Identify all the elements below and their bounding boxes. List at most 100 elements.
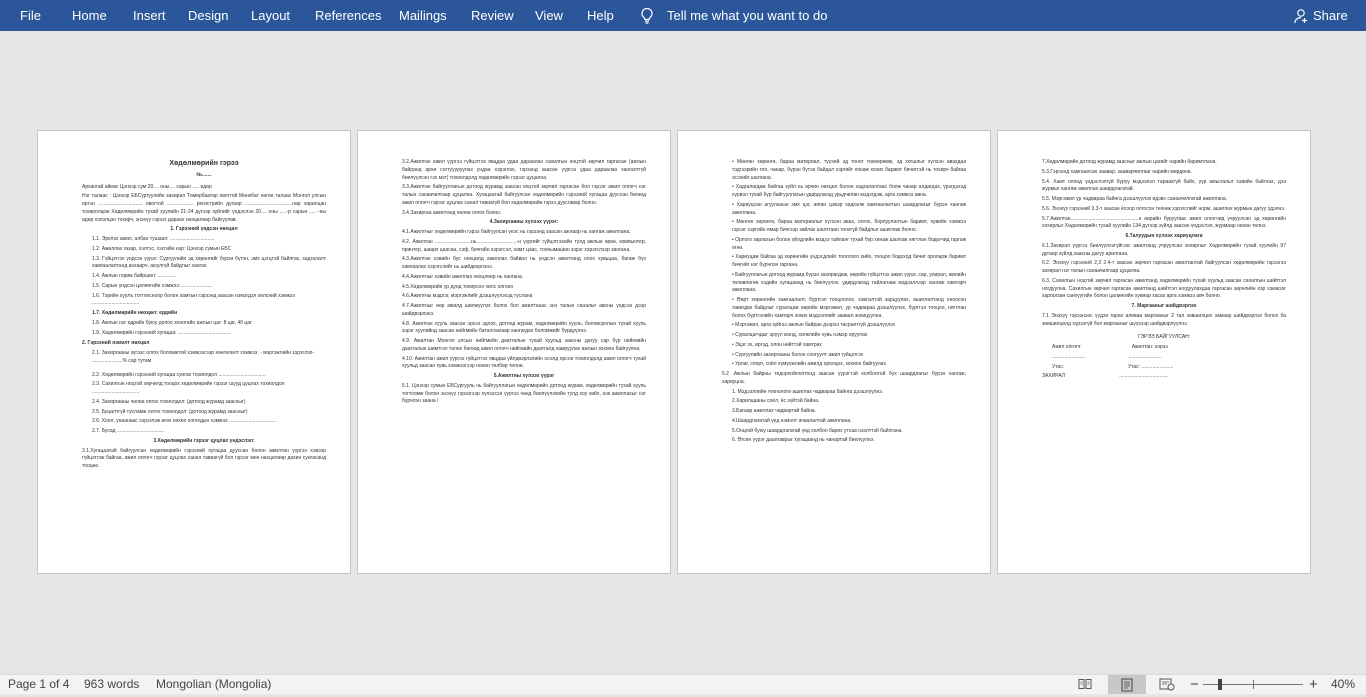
section-heading: 5.Ажилтны хүлээх үүрэг xyxy=(493,373,555,379)
tell-me-search[interactable]: Tell me what you want to do xyxy=(667,0,827,31)
paragraph: 4.6.Ажилтны мэдлэг, мэргэжлийг дээшлүүлэ… xyxy=(402,293,533,300)
paragraph: Нэг талаас : Цэнхэр ЕБСургуулийн захирал… xyxy=(82,193,326,223)
bullet-item: • Байгууллагын дотоод журамд бүрэн захир… xyxy=(732,271,966,294)
share-user-icon[interactable] xyxy=(1293,0,1309,31)
tab-home[interactable]: Home xyxy=(72,0,107,31)
bullet-item: • Өөрт хөрөнгийн хамгаалалт, бүртгэл тоо… xyxy=(732,297,966,319)
share-button[interactable]: Share xyxy=(1313,0,1348,31)
tab-design[interactable]: Design xyxy=(188,0,228,31)
paragraph: Архангай аймаг Цэнхэр сум 20.... оны....… xyxy=(82,183,212,190)
list-item: 1.7. Хөдөлмөрийн нөхцөл: ердийн xyxy=(92,310,178,317)
paragraph: 6.2. Энэхүү гэрээний 2,3 2.4-т заасан зө… xyxy=(1042,260,1286,274)
web-layout-icon[interactable] xyxy=(1159,677,1175,696)
paragraph: 4.9. Ажилтан Монгол улсын нийгмийн даатг… xyxy=(402,338,646,352)
paragraph: 4.1.Ажилтныг хөдөлмөрийн гэрээ байгуулса… xyxy=(402,229,631,235)
tab-layout[interactable]: Layout xyxy=(251,0,290,31)
paragraph: 3.1.Хугацаатай байгуулсан хөдөлмөрийн гэ… xyxy=(82,447,326,470)
paragraph: 3.2.Ажилтан ажил үүргээ гүйцэтгэх явцдаа… xyxy=(402,159,646,181)
paragraph: 5.5. Мэргэжил үр чадвараа байнга дээшлүү… xyxy=(1042,196,1228,202)
signature-line: Утас: Утас: ....................... xyxy=(1052,363,1174,370)
bullet-item: • Орлого зарлагын болон үйлдлийн мэдээ т… xyxy=(732,236,966,251)
read-mode-icon[interactable] xyxy=(1078,677,1092,696)
page-2-content: 3.2.Ажилтан ажил үүргээ гүйцэтгэх явцдаа… xyxy=(402,159,646,408)
zoom-slider-thumb[interactable] xyxy=(1218,679,1222,690)
section-heading: 2. Гэрээний нэмэлт нөхцөл xyxy=(82,340,150,347)
paragraph: 5.6. Энэхүү гэрээний 3.3-т заасан ёсоор … xyxy=(1042,205,1286,212)
zoom-slider[interactable] xyxy=(1203,675,1303,694)
paragraph: 4.8. Ажилтан хууль заасан эрхээ эдлэх, д… xyxy=(402,320,646,335)
paragraph: 5.2 .Ажлын байрны төдорхойлолтонд заасан… xyxy=(722,371,966,385)
tab-review[interactable]: Review xyxy=(471,0,514,31)
bullet-item: • Мөнгөн хөрөнгө, бараа материал, түүхий… xyxy=(732,159,966,181)
list-item: 6. Өгсөн үүрэг даалгаврыг хугацаанд нь ч… xyxy=(732,437,875,444)
section-heading: 1. Гэрээний үндсэн нөхцөл xyxy=(170,226,238,233)
document-page-1[interactable]: Хөдөлмөрийн гэрээ №....... Архангай айма… xyxy=(37,130,351,574)
page-count[interactable]: Page 1 of 4 xyxy=(8,675,69,694)
tab-mailings[interactable]: Mailings xyxy=(399,0,447,31)
zoom-out-button[interactable]: − xyxy=(1190,675,1199,694)
paragraph: 5.7.Ажилтан.............................… xyxy=(1042,215,1286,230)
signature-line: ........................ ...............… xyxy=(1052,353,1162,360)
list-item: 1. Мэдээллийн технологи ашиглах чадвараа… xyxy=(732,388,884,395)
tab-references[interactable]: References xyxy=(315,0,381,31)
page-3-content: • Мөнгөн хөрөнгө, бараа материал, түүхий… xyxy=(722,159,966,447)
list-item: 1.9. Хөдөлмөрийн гэрээний хугацаа: .....… xyxy=(92,329,231,336)
list-item: 2.Харилцааны соёл, ёс зүйтэй байна. xyxy=(732,398,820,405)
document-page-2[interactable]: 3.2.Ажилтан ажил үүргээ гүйцэтгэх явцдаа… xyxy=(357,130,671,574)
document-canvas: Хөдөлмөрийн гэрээ №....... Архангай айма… xyxy=(0,31,1366,674)
list-item: 1.5. Сарын үндсэн цалингийн хэмжээ: ....… xyxy=(92,282,213,289)
signature-line: Ажил олгогч: Ажилтан: нэрээ xyxy=(1052,344,1168,350)
page-1-content: Хөдөлмөрийн гэрээ №....... Архангай айма… xyxy=(82,159,326,473)
paragraph: 4.7.Ажилтныг өөр ажилд шилжүүлэх болох б… xyxy=(402,303,646,317)
paragraph: 6.1.Захирал үүргээ биелүүлээгүйгээс ажил… xyxy=(1042,242,1286,257)
list-item: 2.2. Хөдөлмөрийн гэрээний хугацаа сунгах… xyxy=(92,371,266,378)
list-item: 1.6. Тэрийн хуулъ тогтоосноор болон хамт… xyxy=(92,292,296,307)
tab-view[interactable]: View xyxy=(535,0,563,31)
language-indicator[interactable]: Mongolian (Mongolia) xyxy=(156,675,271,694)
document-title: Хөдөлмөрийн гэрээ xyxy=(169,160,239,167)
paragraph: 4.2. Ажилтан ..........................н… xyxy=(402,238,646,253)
list-item: 2.3. Сахилгын ноцтой зөрчилд тооцох хөдө… xyxy=(92,381,285,396)
list-item: 1.1. Эрхлэх ажил, албан тушаал: ........… xyxy=(92,236,215,243)
paragraph: 4.10. Ажилтан ажил үүргээ гүйцэтгэх явцд… xyxy=(402,355,646,370)
paragraph: 4.3.Ажилтан хэвийн бус нөхцөлд ажиллах б… xyxy=(402,256,646,270)
list-item: 2.4. Захиргааны чөлөө олгох тохиолдол: (… xyxy=(92,398,246,405)
status-bar: Page 1 of 4 963 words Mongolian (Mongoli… xyxy=(0,674,1366,694)
list-item: 1.4. Ажлын горим байршил: ............. xyxy=(92,273,176,280)
list-item: 1.8. Ажлын нэг өдрийн буюу долоо хоногий… xyxy=(92,319,252,326)
bullet-item: • Урлаг, спорт, соёл хүмүүжлийн ажилд ор… xyxy=(732,361,886,368)
list-item: 3.Багаар ажиллах чадвартай байна. xyxy=(732,408,816,414)
list-item: 5.Онцгой буюу шаардлагатай үед холбоо ба… xyxy=(732,427,903,434)
bullet-item: • Суралцагчдыг эрүүл мэнд, хөгжлийн хувь… xyxy=(732,332,868,338)
section-heading: 7. Маргааныг шийдвэрлэх xyxy=(1131,303,1197,309)
tab-file[interactable]: File xyxy=(20,0,41,31)
document-page-3[interactable]: • Мөнгөн хөрөнгө, бараа материал, түүхий… xyxy=(677,130,991,574)
paragraph: 7.Хөдөлмөрийн дотоод журамд заасныг ажлы… xyxy=(1042,159,1217,165)
paragraph: 7.1 Энэхүү гэрээнээс үүдэн гарах аливаа … xyxy=(1042,312,1286,327)
list-item: 1.2. Ажиллах газар, хэлтэс, хэсгийн нэр:… xyxy=(92,245,232,252)
signature-line: ЗАХИРАЛ ................................… xyxy=(1042,373,1168,380)
zoom-in-button[interactable]: + xyxy=(1309,675,1318,694)
bullet-item: • Мэргэжил, арга зүйгээ ажлын байран дээ… xyxy=(732,322,896,329)
bullet-item: • Сургуулийн захиргааны болон сонгуулт а… xyxy=(732,351,864,358)
list-item: 4.Шаардлагатай үед нэмэлт ачаалалтай ажи… xyxy=(732,417,852,424)
paragraph: 5.3.Гэрээнд хамгаалсан заавар, заавар­чи… xyxy=(1042,168,1192,175)
lightbulb-icon[interactable] xyxy=(640,0,654,31)
word-count[interactable]: 963 words xyxy=(84,675,139,694)
section-heading: 4.Захиргааны хүлээх үүрэг: xyxy=(489,219,559,226)
paragraph: 4.4.Ажилтныг хэвийн ажиллах нөхцлөөр нь … xyxy=(402,273,524,280)
bullet-item: • Хадгалагдаж байгаа зүйл нь өрчин нөхцө… xyxy=(732,184,966,198)
tab-help[interactable]: Help xyxy=(587,0,614,31)
list-item: 1.3. Гүйцэтгэх үндсэн үүрэг: Сургуулийн … xyxy=(92,255,326,270)
page-4-content: 7.Хөдөлмөрийн дотоод журамд заасныг ажлы… xyxy=(1042,159,1286,383)
print-layout-icon[interactable] xyxy=(1108,675,1146,694)
paragraph: 3.3.Ажилтан байгууллагын дотоод журамд з… xyxy=(402,184,646,206)
list-item: 2.6. Хоол, унаанаас хэрэглэж өгөх нөхөх … xyxy=(92,418,277,425)
section-heading: 3.Хөдөлмөрийн гэрээг цуцлах үндэслэл: xyxy=(153,437,255,444)
zoom-level[interactable]: 40% xyxy=(1331,675,1355,694)
ribbon-bar: File Home Insert Design Layout Reference… xyxy=(0,0,1366,31)
paragraph: 6.3. Сахилгын ноцтой зөрчил гаргасан ажи… xyxy=(1042,277,1286,300)
tab-insert[interactable]: Insert xyxy=(133,0,166,31)
document-page-4[interactable]: 7.Хөдөлмөрийн дотоод журамд заасныг ажлы… xyxy=(997,130,1311,574)
bullet-item: • Мөнгөн хөрөнгө, бараа материалыг хүлээ… xyxy=(732,219,966,233)
